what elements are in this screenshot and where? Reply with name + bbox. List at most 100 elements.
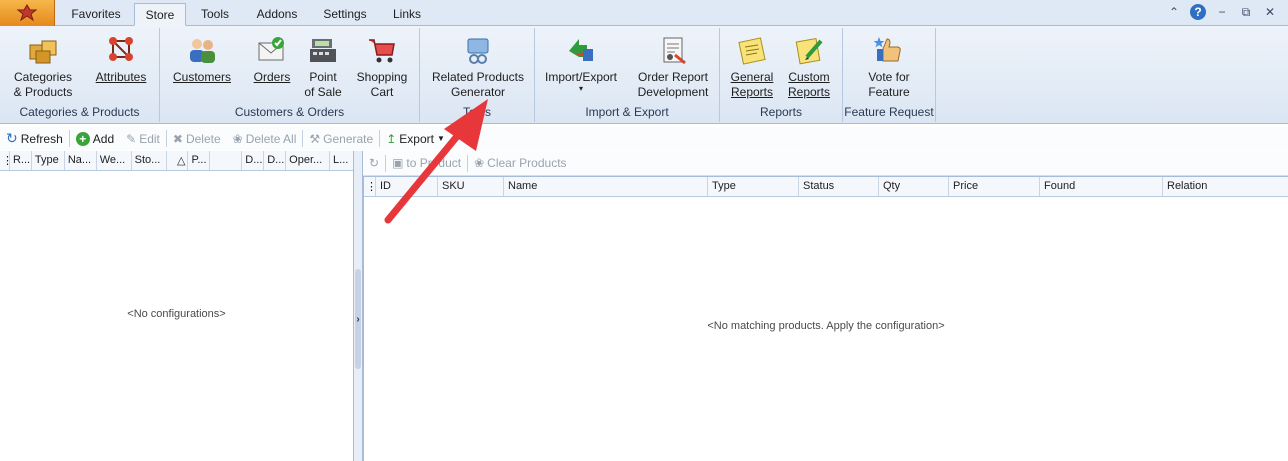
column-header-name[interactable]: Name (504, 177, 708, 196)
shopping-cart-label: Shopping Cart (356, 70, 408, 99)
pane-splitter[interactable]: › (354, 151, 363, 461)
minimize-icon[interactable]: − (1214, 4, 1230, 20)
ribbon-group-label: Feature Request (844, 105, 934, 119)
column-header[interactable]: Oper... (286, 151, 331, 170)
tab-favorites[interactable]: Favorites (60, 3, 132, 26)
products-grid: ⋮ ID SKU Name Type Status Qty Price Foun… (363, 176, 1288, 461)
column-header[interactable]: Na... (65, 151, 97, 170)
column-header[interactable]: P... (188, 151, 211, 170)
chevron-down-icon: ▾ (578, 84, 583, 93)
column-header-price[interactable]: Price (949, 177, 1040, 196)
attributes-button[interactable]: Attributes (88, 34, 154, 85)
vote-for-feature-button[interactable]: Vote for Feature (849, 34, 929, 100)
column-header-qty[interactable]: Qty (879, 177, 949, 196)
ribbon-group-label: Customers & Orders (234, 105, 345, 119)
collapse-ribbon-icon[interactable]: ⌃ (1166, 4, 1182, 20)
add-icon: + (75, 131, 90, 146)
column-header[interactable]: D... (242, 151, 265, 170)
categories-products-button[interactable]: Categories & Products (8, 34, 78, 100)
no-matching-products-message: <No matching products. Apply the configu… (707, 320, 945, 332)
related-products-generator-button[interactable]: Related Products Generator (426, 34, 530, 100)
column-header[interactable]: Type (32, 151, 65, 170)
customers-icon (185, 34, 219, 66)
report-design-icon (656, 34, 690, 66)
column-header-id[interactable]: ID (376, 177, 438, 196)
column-header[interactable]: We... (97, 151, 132, 170)
clear-products-button[interactable]: ❀ Clear Products (468, 153, 572, 174)
no-configurations-message: <No configurations> (127, 308, 226, 320)
ribbon-group-import-export: Import/Export ▾ Order Report Development… (535, 28, 720, 122)
column-chooser-icon[interactable]: ⋮ (0, 151, 10, 170)
orders-label: Orders (253, 70, 291, 84)
edit-label: Edit (139, 131, 160, 146)
splitter-grip-icon[interactable]: › (355, 269, 361, 369)
broom-icon: ❀ (232, 131, 243, 146)
refresh-icon: ↻ (6, 130, 18, 146)
column-header[interactable]: Sto... (132, 151, 167, 170)
column-chooser-icon[interactable]: ⋮ (364, 177, 376, 196)
tab-links[interactable]: Links (384, 3, 430, 26)
column-header-relation[interactable]: Relation (1163, 177, 1287, 196)
customers-label: Customers (172, 70, 231, 84)
go-to-product-button[interactable]: ▣ to Product (386, 153, 467, 174)
column-header[interactable]: L... (330, 151, 353, 170)
import-export-label: Import/Export (544, 70, 618, 84)
shopping-cart-button[interactable]: Shopping Cart (352, 34, 412, 100)
thumbs-up-star-icon (872, 34, 906, 66)
column-header[interactable]: R... (10, 151, 32, 170)
tab-settings[interactable]: Settings (316, 3, 374, 26)
ribbon: Categories & Products Attributes Categor… (0, 26, 1288, 124)
configurations-pane: ⋮ R... Type Na... We... Sto... △ P... D.… (0, 151, 354, 461)
column-header[interactable]: D... (264, 151, 287, 170)
custom-reports-button[interactable]: Custom Reports (782, 34, 836, 100)
column-header-status[interactable]: Status (799, 177, 879, 196)
column-header-sku[interactable]: SKU (438, 177, 504, 196)
column-header[interactable] (210, 151, 243, 170)
delete-button[interactable]: ✖ Delete (167, 128, 227, 149)
refresh-button[interactable]: ↻ Refresh (0, 128, 69, 149)
custom-reports-label: Custom Reports (787, 70, 831, 99)
ribbon-group-feature-request: Vote for Feature Feature Request (843, 28, 936, 122)
orders-button[interactable]: Orders (248, 34, 296, 85)
ribbon-group-label: Import & Export (585, 105, 669, 119)
tab-tools[interactable]: Tools (190, 3, 240, 26)
delete-all-label: Delete All (245, 131, 297, 146)
delete-all-button[interactable]: ❀ Delete All (227, 128, 303, 149)
customers-button[interactable]: Customers (170, 34, 234, 85)
restore-icon[interactable]: ⧉ (1238, 4, 1254, 20)
ribbon-group-tools: Related Products Generator Tools (420, 28, 535, 122)
pencil-icon: ✎ (126, 131, 137, 146)
refresh-products-button[interactable]: ↻ (363, 153, 385, 174)
generate-button[interactable]: ⚒ Generate (303, 128, 379, 149)
export-button[interactable]: ↥ Export ▼ (380, 128, 451, 149)
export-icon: ↥ (386, 131, 397, 146)
tab-addons[interactable]: Addons (246, 3, 308, 26)
shopping-cart-icon (365, 34, 399, 66)
general-reports-button[interactable]: General Reports (726, 34, 778, 100)
column-header-found[interactable]: Found (1040, 177, 1163, 196)
ribbon-group-label: Reports (759, 105, 803, 119)
app-menu-button[interactable] (0, 0, 55, 26)
order-report-development-button[interactable]: Order Report Development (631, 34, 715, 100)
wand-icon: ⚒ (309, 131, 321, 146)
orders-envelope-icon (255, 34, 289, 66)
point-of-sale-label: Point of Sale (304, 70, 342, 99)
edit-button[interactable]: ✎ Edit (120, 128, 166, 149)
main-toolbar: ↻ Refresh + Add ✎ Edit ✖ Delete ❀ Delete… (0, 127, 1288, 150)
column-header-type[interactable]: Type (708, 177, 799, 196)
generate-label: Generate (323, 131, 374, 146)
point-of-sale-button[interactable]: Point of Sale (298, 34, 348, 100)
help-icon[interactable]: ? (1190, 4, 1206, 20)
add-button[interactable]: + Add (70, 128, 120, 149)
import-export-button[interactable]: Import/Export ▾ (541, 34, 621, 93)
general-reports-icon (735, 34, 769, 66)
sort-triangle-icon[interactable]: △ (167, 151, 189, 170)
related-products-generator-label: Related Products Generator (431, 70, 525, 99)
categories-products-label: Categories & Products (13, 70, 73, 99)
close-icon[interactable]: ✕ (1262, 4, 1278, 20)
vote-for-feature-label: Vote for Feature (868, 70, 910, 99)
related-products-icon (461, 34, 495, 66)
general-reports-label: General Reports (730, 70, 774, 99)
configurations-grid-header: ⋮ R... Type Na... We... Sto... △ P... D.… (0, 151, 353, 171)
tab-store[interactable]: Store (134, 3, 186, 26)
